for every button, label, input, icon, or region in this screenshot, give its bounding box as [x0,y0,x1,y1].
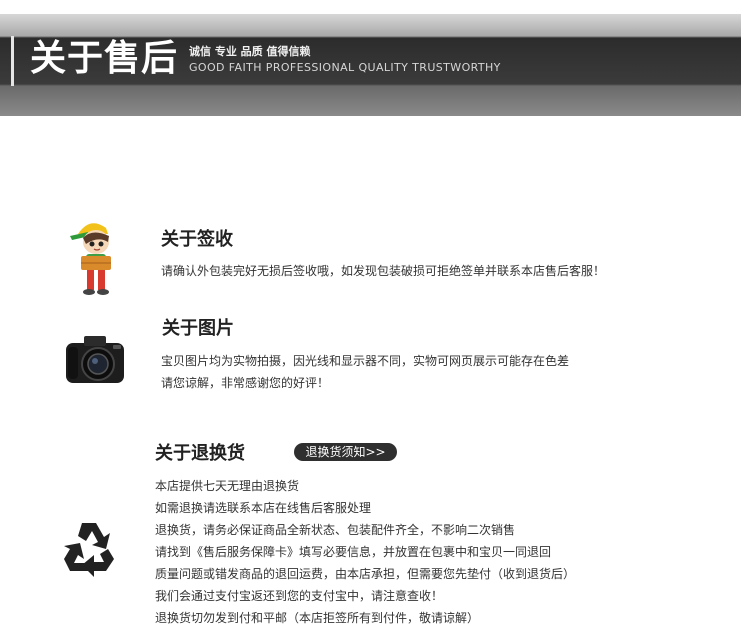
photos-text-line-2: 请您谅解，非常感谢您的好评！ [161,376,330,390]
banner-accent-bar [11,36,14,86]
photos-title: 关于图片 [162,318,234,339]
photos-text-line-1: 宝贝图片均为实物拍摄，因光线和显示器不同，实物可网页展示可能存在色差 [161,354,570,368]
returns-line-3: 退换货，请务必保证商品全新状态、包装配件齐全，不影响二次销售 [155,523,516,537]
delivery-boy-icon [70,223,111,295]
returns-line-1: 本店提供七天无理由退换货 [155,479,300,493]
returns-line-4: 请找到《售后服务保障卡》填写必要信息，并放置在包裹中和宝贝一同退回 [155,545,552,559]
banner-title: 关于售后 [30,38,179,79]
returns-line-5: 质量问题或错发商品的退回运费，由本店承担，但需要您先垫付（收到退货后） [155,567,576,581]
recycle-icon [64,523,114,577]
receipt-title: 关于签收 [161,229,233,250]
camera-icon [66,336,124,383]
returns-line-2: 如需退换请选联系本店在线售后客服处理 [155,501,372,515]
receipt-text: 请确认外包装完好无损后签收哦，如发现包装破损可拒绝签单并联系本店售后客服！ [161,264,606,278]
returns-line-6: 我们会通过支付宝返还到您的支付宝中，请注意查收！ [155,589,444,603]
return-notice-button[interactable]: 退换货须知>> [294,443,397,461]
banner-subtitle-cn: 诚信 专业 品质 值得信赖 [189,45,311,58]
banner-subtitle-en: GOOD FAITH PROFESSIONAL QUALITY TRUSTWOR… [189,61,501,74]
returns-line-7: 退换货切勿发到付和平邮（本店拒签所有到付件，敬请谅解） [155,611,480,625]
returns-title: 关于退换货 [155,443,245,464]
